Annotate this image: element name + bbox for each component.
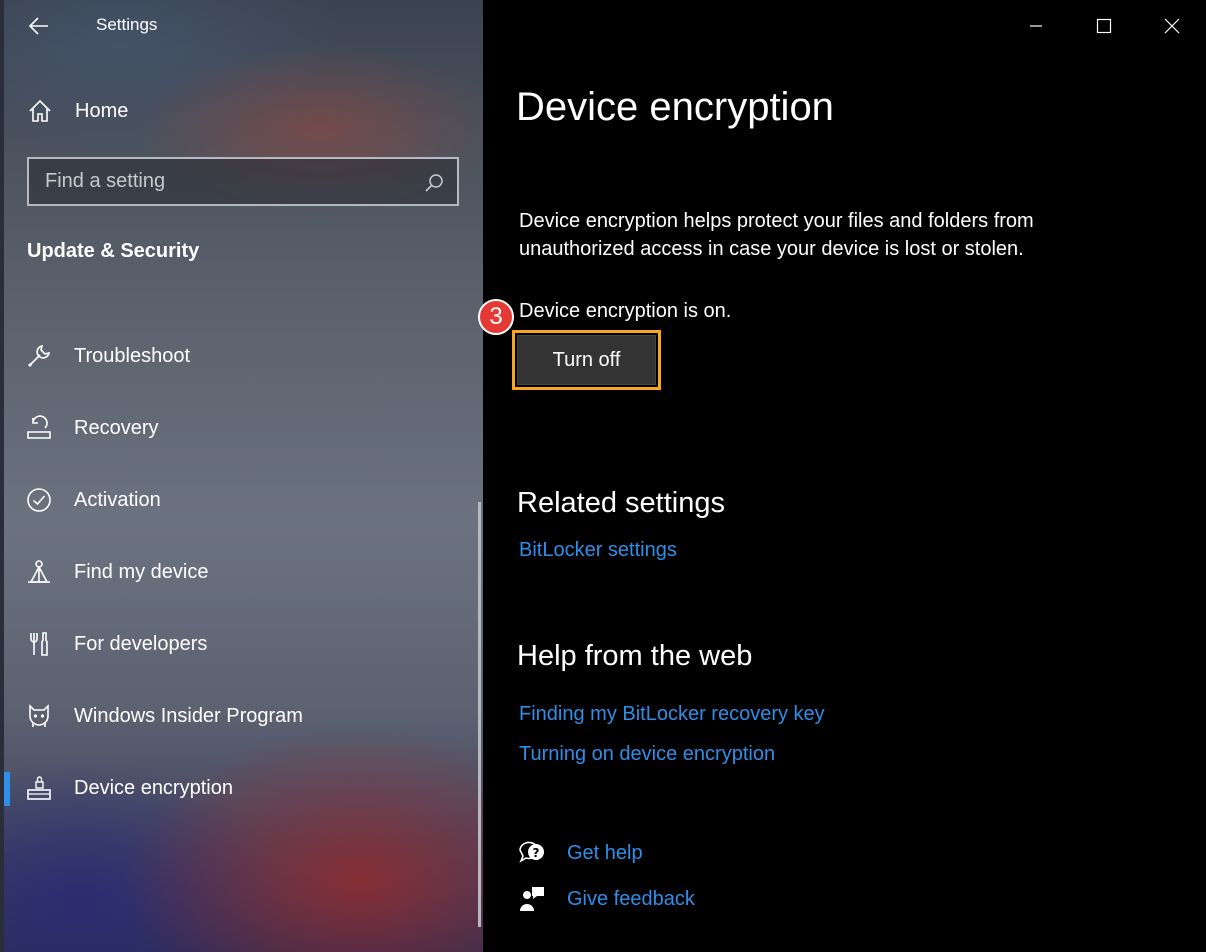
main-content: Device encryption Device encryption help… xyxy=(478,0,1206,952)
maximize-button[interactable] xyxy=(1070,0,1138,52)
section-title: Update & Security xyxy=(27,240,200,262)
back-arrow-icon xyxy=(28,17,48,35)
sidebar-item-label: For developers xyxy=(74,632,208,655)
check-circle-icon xyxy=(27,488,51,512)
feedback-icon xyxy=(520,887,544,911)
sidebar-scrollbar[interactable] xyxy=(478,502,481,927)
minimize-button[interactable] xyxy=(1002,0,1070,52)
close-button[interactable] xyxy=(1138,0,1206,52)
give-feedback-link[interactable]: Give feedback xyxy=(517,884,695,914)
sidebar-item-activation[interactable]: Activation xyxy=(0,464,478,536)
get-help-link[interactable]: ? Get help xyxy=(517,838,643,868)
description-text: Device encryption helps protect your fil… xyxy=(519,210,1034,260)
sidebar-item-for-developers[interactable]: For developers xyxy=(0,608,478,680)
sidebar-item-windows-insider-program[interactable]: Windows Insider Program xyxy=(0,680,478,752)
page-title: Device encryption xyxy=(516,85,834,129)
sidebar-item-label: Activation xyxy=(74,488,161,511)
sidebar-item-recovery[interactable]: Recovery xyxy=(0,392,478,464)
developer-tools-icon xyxy=(30,632,48,656)
bitlocker-settings-link[interactable]: BitLocker settings xyxy=(519,539,677,562)
search-input[interactable]: Find a setting xyxy=(27,157,459,206)
back-button[interactable] xyxy=(22,10,56,42)
get-help-icon: ? xyxy=(519,841,544,863)
close-icon xyxy=(1164,18,1180,34)
help-from-web-heading: Help from the web xyxy=(517,640,753,672)
sidebar-item-label: Windows Insider Program xyxy=(74,704,303,727)
sidebar: Settings Home Find a setting Update & Se… xyxy=(0,0,483,952)
window-controls xyxy=(1002,0,1206,52)
bitlocker-recovery-key-link[interactable]: Finding my BitLocker recovery key xyxy=(519,703,825,726)
sidebar-item-troubleshoot[interactable]: Troubleshoot xyxy=(0,320,478,392)
app-title: Settings xyxy=(96,15,158,34)
home-icon xyxy=(29,99,51,122)
recovery-icon xyxy=(27,415,51,439)
sidebar-item-label: Find my device xyxy=(74,560,209,583)
maximize-icon xyxy=(1096,18,1112,34)
home-nav-item[interactable]: Home xyxy=(26,92,466,130)
search-placeholder: Find a setting xyxy=(45,170,166,192)
sidebar-item-label: Recovery xyxy=(74,416,159,439)
sidebar-item-device-encryption[interactable]: Device encryption xyxy=(0,752,478,824)
related-settings-heading: Related settings xyxy=(517,487,725,519)
turn-off-button[interactable]: Turn off xyxy=(517,335,656,385)
give-feedback-label: Give feedback xyxy=(567,887,695,910)
title-bar: Settings xyxy=(0,0,483,52)
sidebar-item-label: Troubleshoot xyxy=(74,344,190,367)
sidebar-item-label: Device encryption xyxy=(74,776,233,799)
encryption-status: Device encryption is on. xyxy=(519,300,732,322)
home-label: Home xyxy=(75,99,129,122)
turning-on-encryption-link[interactable]: Turning on device encryption xyxy=(519,743,775,766)
step-badge: 3 xyxy=(478,299,514,335)
wrench-icon xyxy=(27,344,51,368)
selected-indicator xyxy=(4,772,10,806)
sidebar-item-find-my-device[interactable]: Find my device xyxy=(0,536,478,608)
svg-text:?: ? xyxy=(533,846,540,860)
insider-icon xyxy=(29,704,49,727)
drive-lock-icon xyxy=(27,776,51,800)
get-help-label: Get help xyxy=(567,841,643,864)
search-icon[interactable] xyxy=(423,172,445,194)
minimize-icon xyxy=(1030,25,1042,27)
find-device-icon xyxy=(28,560,50,583)
